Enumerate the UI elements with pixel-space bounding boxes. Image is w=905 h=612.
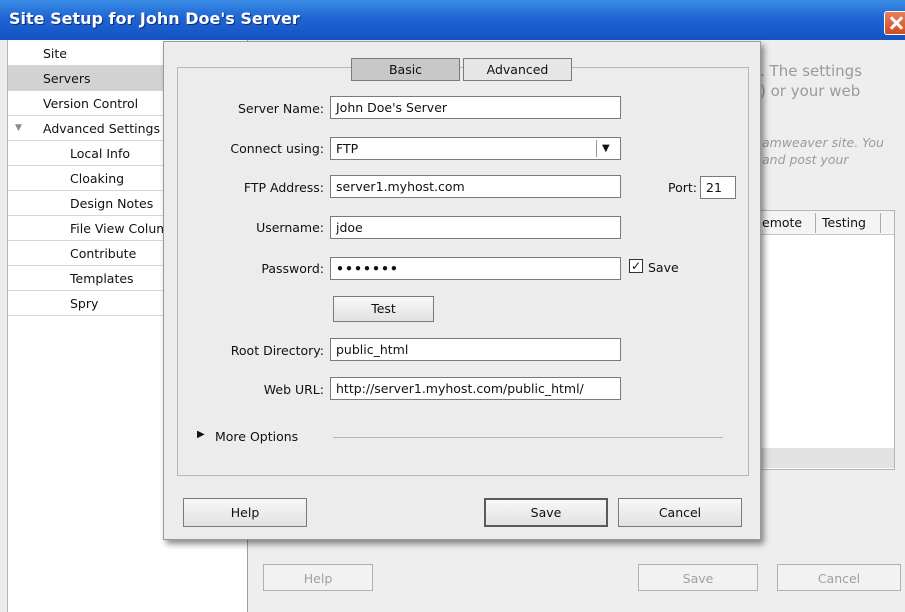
window-title: Site Setup for John Doe's Server bbox=[9, 9, 300, 28]
server-list-toolbar bbox=[756, 448, 894, 468]
column-divider bbox=[815, 213, 816, 233]
info-text-line2: and post your bbox=[762, 152, 849, 167]
server-name-field[interactable]: John Doe's Server bbox=[330, 96, 621, 119]
sidebar-item-label: Local Info bbox=[70, 146, 131, 161]
ftp-address-label: FTP Address: bbox=[243, 180, 324, 195]
root-directory-label: Root Directory: bbox=[230, 343, 324, 358]
connect-using-value: FTP bbox=[336, 141, 359, 156]
sidebar-item-label: Spry bbox=[70, 296, 99, 311]
column-divider bbox=[880, 213, 881, 233]
save-password-label: Save bbox=[648, 260, 679, 275]
close-icon[interactable] bbox=[884, 11, 905, 35]
cancel-button[interactable]: Cancel bbox=[618, 498, 742, 527]
save-button[interactable]: Save bbox=[484, 498, 608, 527]
tab-basic[interactable]: Basic bbox=[351, 58, 460, 81]
info-text-line1: amweaver site. You bbox=[762, 135, 884, 150]
column-header-remote[interactable]: emote bbox=[762, 215, 802, 230]
bg-save-button[interactable]: Save bbox=[638, 564, 758, 591]
sidebar-item-label: Advanced Settings bbox=[43, 121, 160, 136]
collapse-triangle-icon[interactable]: ▼ bbox=[15, 116, 22, 140]
column-header-testing[interactable]: Testing bbox=[822, 215, 866, 230]
more-options-toggle[interactable]: More Options bbox=[215, 429, 298, 444]
ftp-address-field[interactable]: server1.myhost.com bbox=[330, 175, 621, 198]
select-divider bbox=[596, 140, 597, 157]
save-password-checkbox[interactable]: ✓ bbox=[629, 259, 643, 273]
sidebar-edge bbox=[0, 40, 8, 612]
root-directory-field[interactable]: public_html bbox=[330, 338, 621, 361]
sidebar-item-label: Design Notes bbox=[70, 196, 154, 211]
web-url-field[interactable]: http://server1.myhost.com/public_html/ bbox=[330, 377, 621, 400]
server-list-table[interactable] bbox=[755, 210, 895, 470]
password-field[interactable]: ••••••• bbox=[330, 257, 621, 280]
dropdown-arrow-icon[interactable]: ▼ bbox=[602, 138, 610, 159]
help-button[interactable]: Help bbox=[183, 498, 307, 527]
sidebar-item-label: Templates bbox=[70, 271, 134, 286]
port-field[interactable]: 21 bbox=[700, 176, 736, 199]
bg-cancel-button[interactable]: Cancel bbox=[777, 564, 901, 591]
more-options-divider bbox=[333, 437, 723, 438]
sidebar-item-label: Servers bbox=[43, 71, 91, 86]
sidebar-item-label: Cloaking bbox=[70, 171, 125, 186]
connect-using-select[interactable]: FTP ▼ bbox=[330, 137, 621, 160]
server-name-label: Server Name: bbox=[237, 101, 324, 116]
sidebar-item-label: Site bbox=[43, 46, 67, 61]
username-field[interactable]: jdoe bbox=[330, 216, 621, 239]
web-url-label: Web URL: bbox=[263, 382, 324, 397]
connect-using-label: Connect using: bbox=[230, 141, 324, 156]
sidebar-item-label: Version Control bbox=[43, 96, 139, 111]
port-label: Port: bbox=[668, 180, 697, 195]
tab-advanced[interactable]: Advanced bbox=[463, 58, 572, 81]
bg-help-button[interactable]: Help bbox=[263, 564, 373, 591]
intro-text-line2: ) or your web bbox=[760, 82, 861, 100]
title-bar: Site Setup for John Doe's Server bbox=[0, 0, 905, 40]
sidebar-item-label: Contribute bbox=[70, 246, 137, 261]
username-label: Username: bbox=[256, 220, 324, 235]
password-label: Password: bbox=[261, 261, 324, 276]
expand-triangle-icon[interactable]: ▶ bbox=[197, 429, 205, 440]
test-button[interactable]: Test bbox=[333, 296, 434, 322]
intro-text-line1: . The settings bbox=[760, 62, 863, 80]
